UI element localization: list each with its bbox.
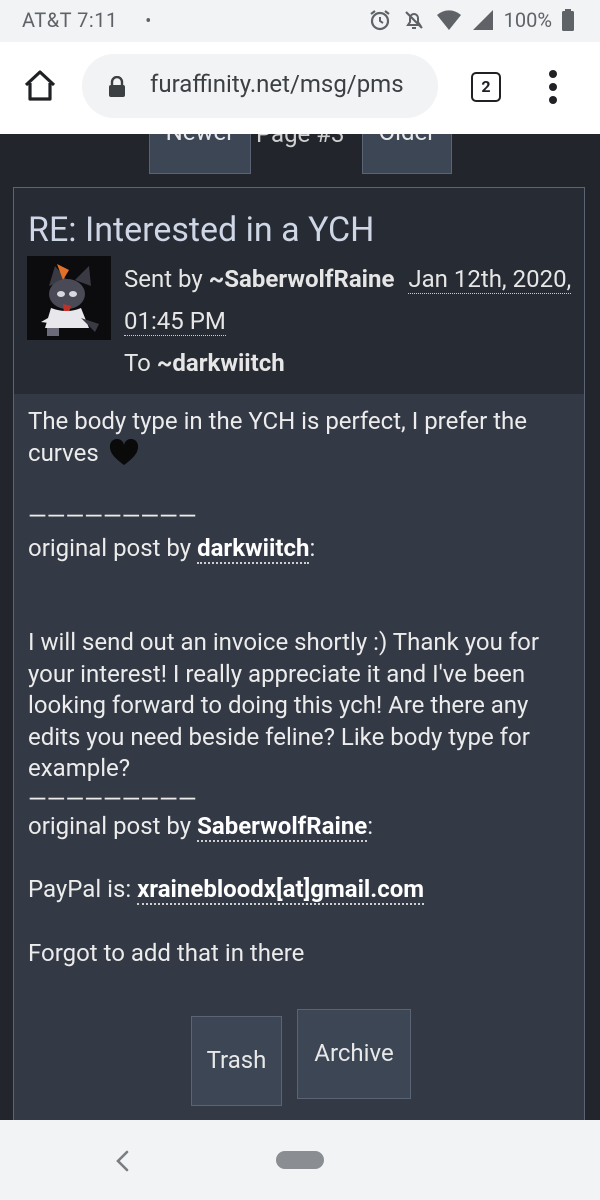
overflow-menu-icon[interactable] bbox=[548, 70, 558, 104]
status-right: 100% bbox=[368, 8, 574, 32]
message-card: RE: Interested in a YCH Sent by ~Saberwo… bbox=[13, 187, 585, 1120]
message-header: RE: Interested in a YCH Sent by ~Saberwo… bbox=[14, 188, 584, 394]
newer-label: Newer bbox=[166, 134, 235, 146]
sent-by-prefix: Sent by bbox=[124, 265, 209, 293]
divider-2: ————————— bbox=[28, 784, 197, 813]
page-content: Newer Page #3 Older RE: Interested in a … bbox=[0, 134, 600, 1120]
sender-name[interactable]: ~SaberwolfRaine bbox=[209, 265, 395, 293]
trash-button[interactable]: Trash bbox=[191, 1016, 282, 1106]
signal-icon bbox=[472, 10, 493, 30]
older-label: Older bbox=[379, 134, 436, 146]
original-post-2: original post by SaberwolfRaine: bbox=[28, 811, 568, 843]
divider-1: ————————— bbox=[28, 502, 197, 530]
body-line-1: The body type in the YCH is perfect, I p… bbox=[28, 406, 568, 469]
notification-dot: • bbox=[145, 11, 152, 32]
alarm-icon bbox=[369, 10, 390, 31]
battery-icon bbox=[562, 9, 574, 31]
black-heart-icon bbox=[109, 438, 138, 465]
body-line-1-text: The body type in the YCH is perfect, I p… bbox=[28, 407, 527, 467]
sender-avatar[interactable] bbox=[27, 256, 111, 340]
archive-button[interactable]: Archive bbox=[297, 1009, 411, 1099]
carrier-time: AT&T 7:11 bbox=[22, 8, 118, 32]
orig2-prefix: original post by bbox=[28, 811, 198, 840]
trash-label: Trash bbox=[206, 1046, 267, 1074]
browser-toolbar: furaffinity.net/msg/pms 2 bbox=[0, 42, 600, 134]
newer-button[interactable]: Newer bbox=[149, 134, 251, 174]
paypal-prefix: PayPal is: bbox=[28, 875, 138, 903]
message-subject: RE: Interested in a YCH bbox=[28, 210, 375, 250]
battery-percent: 100% bbox=[503, 8, 552, 32]
page-number: Page #3 bbox=[256, 134, 345, 148]
url-text: furaffinity.net/msg/pms bbox=[150, 70, 404, 98]
message-body: The body type in the YCH is perfect, I p… bbox=[28, 406, 568, 969]
system-nav-bar bbox=[0, 1120, 600, 1200]
original-post-1: original post by darkwiitch: bbox=[28, 533, 568, 565]
forgot-line: Forgot to add that in there bbox=[28, 938, 305, 967]
message-meta: Sent by ~SaberwolfRaine Jan 12th, 2020, … bbox=[124, 258, 574, 384]
older-button[interactable]: Older bbox=[362, 134, 452, 174]
tab-switcher-button[interactable]: 2 bbox=[471, 72, 501, 102]
back-chevron-icon[interactable] bbox=[112, 1148, 134, 1174]
lock-icon bbox=[109, 76, 125, 97]
archive-label: Archive bbox=[314, 1039, 394, 1067]
paypal-line: PayPal is: xrainebloodx[at]gmail.com bbox=[28, 874, 568, 906]
recipient-name[interactable]: ~darkwiitch bbox=[157, 349, 285, 377]
wifi-icon bbox=[436, 10, 461, 30]
orig2-suffix: : bbox=[367, 811, 374, 840]
orig1-suffix: : bbox=[309, 533, 316, 562]
orig2-author-link[interactable]: SaberwolfRaine bbox=[197, 811, 368, 842]
orig1-author-link[interactable]: darkwiitch bbox=[197, 533, 310, 564]
status-bar: AT&T 7:11 • 100% bbox=[0, 0, 600, 42]
home-icon[interactable] bbox=[22, 68, 58, 104]
to-prefix: To bbox=[124, 349, 157, 377]
body-paragraph-2: I will send out an invoice shortly :) Th… bbox=[28, 628, 539, 782]
home-gesture-pill[interactable] bbox=[276, 1151, 324, 1169]
url-bar[interactable]: furaffinity.net/msg/pms bbox=[82, 54, 438, 118]
avatar-image bbox=[27, 256, 111, 340]
status-left: AT&T 7:11 • bbox=[22, 8, 152, 32]
mute-bell-icon bbox=[404, 11, 423, 29]
paypal-email-link[interactable]: xrainebloodx[at]gmail.com bbox=[137, 875, 425, 905]
orig1-prefix: original post by bbox=[28, 533, 198, 562]
